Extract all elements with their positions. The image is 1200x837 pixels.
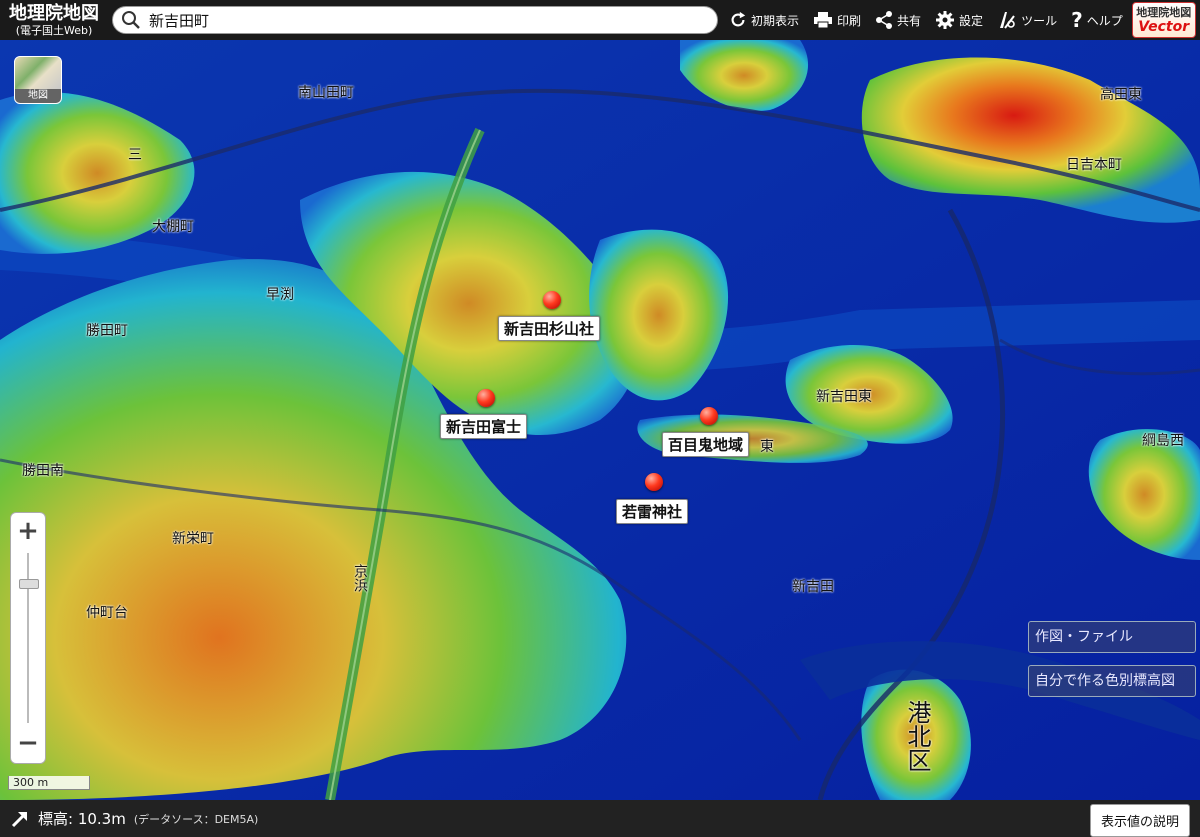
place-label-katsuta-minami: 勝田南	[22, 463, 64, 479]
place-label-tsunashima-nishi: 綱島西	[1142, 433, 1184, 449]
reset-view-button[interactable]: 初期表示	[722, 0, 806, 40]
value-explanation-button[interactable]: 表示値の説明	[1089, 804, 1190, 837]
data-source-text: (データソース：DEM5A)	[133, 812, 259, 826]
gear-icon	[936, 11, 955, 29]
marker-pin-wakaikazuchi[interactable]	[645, 473, 663, 491]
custom-color-elevation-button[interactable]: 自分で作る色別標高図	[1028, 665, 1196, 697]
place-label-minami-yamada: 南山田町	[298, 85, 354, 101]
header-bar: 地理院地図 (電子国土Web) 初期表示 印刷 共有 設定	[0, 0, 1200, 40]
zoom-in-button[interactable]: +	[11, 515, 45, 549]
share-button[interactable]: 共有	[868, 0, 928, 40]
brand-subtitle: (電子国土Web)	[15, 23, 93, 37]
marker-label-sugiyama[interactable]: 新吉田杉山社	[498, 316, 601, 341]
tools-label: ツール	[1021, 13, 1058, 28]
tools-icon	[1000, 12, 1015, 29]
settings-button[interactable]: 設定	[928, 0, 990, 40]
place-label-san: 三	[128, 147, 142, 163]
marker-label-fuji[interactable]: 新吉田富士	[440, 414, 528, 439]
arrow-icon	[11, 811, 28, 827]
place-label-katsuta: 勝田町	[86, 323, 128, 339]
layer-toggle-label: 地図	[15, 89, 61, 103]
print-button[interactable]: 印刷	[806, 0, 868, 40]
search-input[interactable]	[147, 10, 709, 30]
vector-badge-top: 地理院地図	[1136, 5, 1192, 19]
scale-bar: 300 m	[8, 776, 90, 790]
map-thumbnail	[15, 57, 61, 89]
layer-toggle-button[interactable]: 地図	[14, 56, 62, 104]
gsi-map-app: 地理院地図 (電子国土Web) 初期表示 印刷 共有 設定	[0, 0, 1200, 837]
place-label-hiyoshi-honcho: 日吉本町	[1066, 157, 1122, 173]
vector-map-button[interactable]: 地理院地図 Vector	[1131, 2, 1196, 38]
tools-button[interactable]: ツール	[990, 0, 1064, 40]
zoom-out-button[interactable]: −	[11, 727, 45, 761]
help-button[interactable]: ? ヘルプ	[1064, 0, 1130, 40]
place-label-nakamachidai: 仲町台	[86, 605, 128, 621]
reset-icon	[731, 11, 746, 27]
reset-view-label: 初期表示	[751, 13, 800, 28]
place-label-higashi: 東	[760, 439, 774, 455]
vector-badge-bottom: Vector	[1138, 18, 1190, 35]
elevation-readout: 標高: 10.3m	[38, 810, 126, 828]
share-label: 共有	[897, 13, 922, 28]
marker-label-domeki[interactable]: 百目鬼地域	[662, 432, 750, 457]
marker-pin-sugiyama[interactable]	[543, 291, 561, 309]
settings-label: 設定	[959, 13, 984, 28]
footer-bar: 標高: 10.3m (データソース：DEM5A) 表示値の説明	[0, 800, 1200, 837]
marker-pin-domeki[interactable]	[700, 407, 718, 425]
place-label-shinyoshida: 新吉田	[792, 579, 834, 595]
elevation-relief-map	[0, 40, 1200, 800]
zoom-slider-knob[interactable]	[19, 579, 39, 589]
search-icon	[122, 11, 140, 29]
print-icon	[814, 12, 833, 29]
zoom-control: + −	[10, 512, 46, 764]
place-label-oodana: 大棚町	[152, 219, 194, 235]
toolbar: 初期表示 印刷 共有 設定 ツール ? ヘルプ 地理院地図 Vector	[722, 0, 1196, 40]
place-label-shinei: 新栄町	[172, 531, 214, 547]
place-label-takata-higashi: 高田東	[1100, 87, 1142, 103]
place-label-keihin: 京浜	[352, 564, 368, 592]
draw-file-button[interactable]: 作図・ファイル	[1028, 621, 1196, 653]
app-brand[interactable]: 地理院地図 (電子国土Web)	[0, 2, 108, 37]
brand-title: 地理院地図	[9, 2, 99, 24]
place-label-shinyoshida-higashi: 新吉田東	[816, 389, 872, 405]
print-label: 印刷	[837, 13, 862, 28]
marker-pin-fuji[interactable]	[477, 389, 495, 407]
search-box[interactable]	[112, 6, 718, 34]
place-label-kohoku-ku: 港北区	[903, 700, 931, 772]
help-label: ヘルプ	[1086, 13, 1123, 28]
share-icon	[876, 11, 893, 29]
help-icon: ?	[1071, 8, 1083, 32]
place-label-hayabuchi: 早渕	[266, 287, 294, 303]
map-canvas[interactable]: 南山田町 早渕 勝田町 大棚町 勝田南 新栄町 仲町台 新吉田東 綱島西 高田東…	[0, 40, 1200, 800]
marker-label-wakaikazuchi[interactable]: 若雷神社	[616, 499, 689, 524]
